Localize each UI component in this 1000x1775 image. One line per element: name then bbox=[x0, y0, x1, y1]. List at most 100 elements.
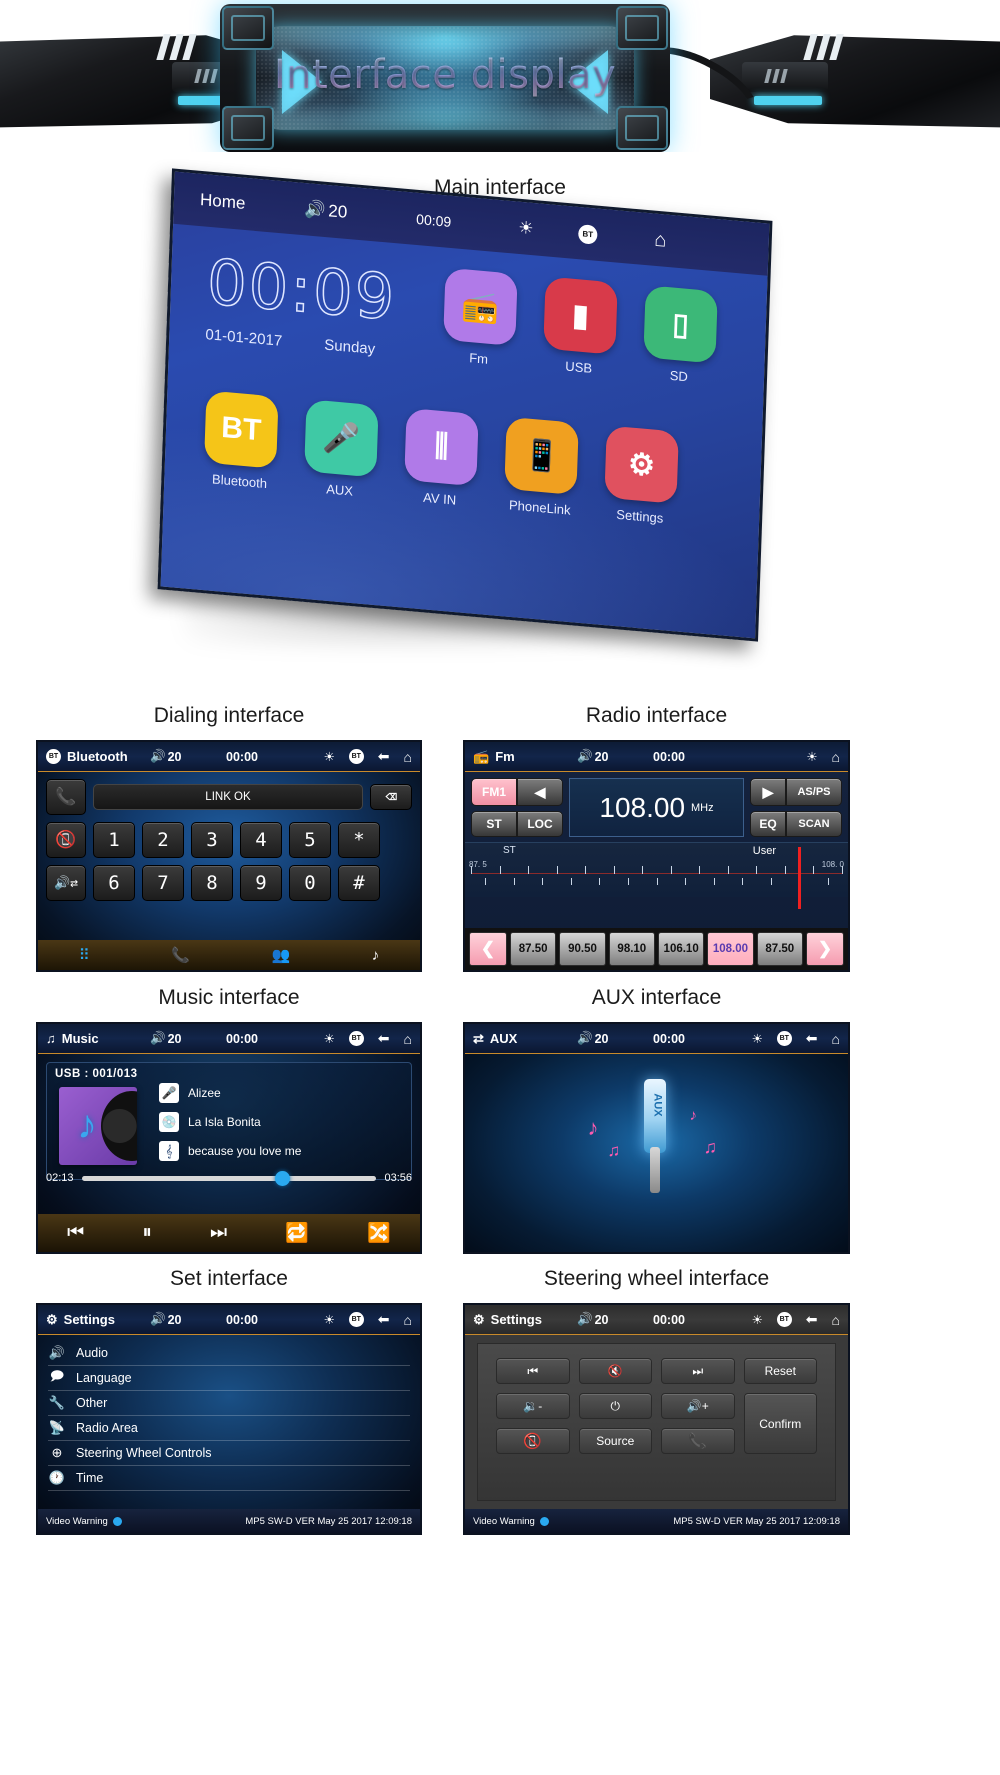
key-hash[interactable]: # bbox=[338, 865, 380, 901]
sun-icon[interactable]: ☀ bbox=[806, 749, 817, 764]
preset-row: ❮ 87.50 90.50 98.10 106.10 108.00 87.50 … bbox=[465, 928, 848, 970]
sun-icon[interactable]: ☀ bbox=[324, 1312, 335, 1327]
sw-power-button[interactable]: ⏻ bbox=[578, 1393, 652, 1419]
sun-icon[interactable]: ☀ bbox=[752, 1031, 763, 1046]
settings-item-language[interactable]: 🗩 Language bbox=[48, 1366, 410, 1391]
call-log-icon[interactable]: 📞 bbox=[171, 946, 190, 964]
sun-icon[interactable]: ☀ bbox=[324, 1031, 335, 1046]
back-icon[interactable]: ⬅ bbox=[378, 1311, 390, 1328]
home-icon[interactable]: ⌂ bbox=[832, 1312, 840, 1328]
settings-item-audio[interactable]: 🔊 Audio bbox=[48, 1341, 410, 1366]
preset-1[interactable]: 87.50 bbox=[510, 932, 557, 966]
bt-icon[interactable]: BT bbox=[348, 749, 364, 764]
settings-item-radio-area[interactable]: 📡 Radio Area bbox=[48, 1416, 410, 1441]
home-icon[interactable]: ⌂ bbox=[832, 1031, 840, 1047]
home-icon[interactable]: ⌂ bbox=[832, 749, 840, 765]
sw-answer-button[interactable]: 📞 bbox=[661, 1428, 735, 1454]
back-icon[interactable]: ⬅ bbox=[378, 748, 390, 765]
call-button[interactable]: 📞 bbox=[46, 779, 86, 815]
backspace-button[interactable]: ⌫ bbox=[370, 784, 412, 810]
back-icon[interactable]: ⬅ bbox=[806, 1311, 818, 1328]
preset-5-active[interactable]: 108.00 bbox=[707, 932, 754, 966]
progress-bar[interactable] bbox=[81, 1170, 377, 1186]
st-button[interactable]: ST bbox=[471, 811, 517, 837]
preset-2[interactable]: 90.50 bbox=[559, 932, 606, 966]
settings-item-other[interactable]: 🔧 Other bbox=[48, 1391, 410, 1416]
triangle-right-icon[interactable]: ▶ bbox=[750, 778, 786, 806]
app-tile-avin[interactable]: ⫼ AV IN bbox=[400, 407, 481, 510]
home-icon[interactable]: ⌂ bbox=[654, 228, 667, 252]
app-tile-settings[interactable]: ⚙ Settings bbox=[601, 425, 682, 527]
aux-statusbar: ⇄ AUX 🔊 20 00:00 ☀ BT ⬅ ⌂ bbox=[465, 1024, 848, 1054]
back-icon[interactable]: ⬅ bbox=[378, 1030, 390, 1047]
key-1[interactable]: 1 bbox=[93, 822, 135, 858]
sun-icon[interactable]: ☀ bbox=[752, 1312, 763, 1327]
repeat-icon[interactable]: 🔁 bbox=[285, 1221, 309, 1245]
frequency-scale[interactable]: ST User 87. 5 108. 0 bbox=[465, 842, 848, 909]
sw-reset-button[interactable]: Reset bbox=[743, 1358, 817, 1384]
key-8[interactable]: 8 bbox=[191, 865, 233, 901]
sw-next-track-button[interactable]: ⏭ bbox=[661, 1358, 735, 1384]
app-tile-sd[interactable]: ▯ SD bbox=[640, 285, 721, 387]
pause-icon[interactable]: ⏸ bbox=[142, 1222, 152, 1244]
hangup-button[interactable]: 📵 bbox=[46, 822, 86, 858]
key-star[interactable]: * bbox=[338, 822, 380, 858]
keypad-icon[interactable]: ⠿ bbox=[79, 946, 90, 964]
preset-6[interactable]: 87.50 bbox=[756, 932, 803, 966]
key-6[interactable]: 6 bbox=[93, 865, 135, 901]
app-tile-fm[interactable]: 📻 Fm bbox=[439, 267, 520, 369]
preset-3[interactable]: 98.10 bbox=[608, 932, 655, 966]
shuffle-icon[interactable]: 🔀 bbox=[367, 1221, 391, 1245]
banner-center-frame: Interface display bbox=[220, 4, 670, 152]
sw-mute-button[interactable]: 🔇 bbox=[578, 1358, 652, 1384]
sw-volume-up-button[interactable]: 🔊+ bbox=[661, 1393, 735, 1419]
sw-confirm-button[interactable]: Confirm bbox=[743, 1393, 817, 1454]
bt-icon[interactable]: BT bbox=[776, 1031, 792, 1046]
chevron-right-icon[interactable]: ❯ bbox=[805, 932, 844, 966]
loc-button[interactable]: LOC bbox=[517, 811, 563, 837]
bt-icon[interactable]: BT bbox=[776, 1312, 792, 1327]
bt-icon[interactable]: BT bbox=[348, 1312, 364, 1327]
home-icon[interactable]: ⌂ bbox=[404, 749, 412, 765]
eq-button[interactable]: EQ bbox=[750, 811, 786, 837]
settings-item-time[interactable]: 🕐 Time bbox=[48, 1466, 410, 1491]
preset-4[interactable]: 106.10 bbox=[657, 932, 705, 966]
bt-icon[interactable]: BT bbox=[348, 1031, 364, 1046]
key-5[interactable]: 5 bbox=[289, 822, 331, 858]
clock-text: 00:00 bbox=[226, 749, 258, 764]
next-track-icon[interactable]: ⏭ bbox=[210, 1222, 227, 1244]
sun-icon[interactable]: ☀ bbox=[324, 749, 335, 764]
asps-button[interactable]: AS/PS bbox=[786, 778, 842, 806]
bt-music-icon[interactable]: ♪ bbox=[372, 947, 380, 964]
app-tile-usb[interactable]: ▮ USB bbox=[539, 276, 620, 378]
bt-text-icon: BT bbox=[220, 410, 262, 448]
sw-prev-track-button[interactable]: ⏮ bbox=[496, 1358, 570, 1384]
settings-item-steering-wheel-controls[interactable]: ⊕ Steering Wheel Controls bbox=[48, 1441, 410, 1466]
sw-source-button[interactable]: Source bbox=[578, 1428, 652, 1454]
key-7[interactable]: 7 bbox=[142, 865, 184, 901]
back-icon[interactable]: ⬅ bbox=[806, 1030, 818, 1047]
progress-handle[interactable] bbox=[275, 1170, 291, 1186]
prev-track-icon[interactable]: ⏮ bbox=[67, 1222, 84, 1244]
app-tile-aux[interactable]: 🎤 AUX bbox=[300, 399, 381, 501]
app-tile-bluetooth[interactable]: BT Bluetooth bbox=[200, 390, 281, 492]
sw-hangup-button[interactable]: 📵 bbox=[496, 1428, 570, 1454]
band-button[interactable]: FM1 bbox=[471, 778, 517, 806]
home-icon[interactable]: ⌂ bbox=[404, 1312, 412, 1328]
key-0[interactable]: 0 bbox=[289, 865, 331, 901]
key-4[interactable]: 4 bbox=[240, 822, 282, 858]
scan-button[interactable]: SCAN bbox=[786, 811, 842, 837]
radio-title-group: 📻 Fm bbox=[465, 749, 515, 765]
scale-max-label: 108. 0 bbox=[821, 860, 844, 869]
home-icon[interactable]: ⌂ bbox=[404, 1031, 412, 1047]
key-3[interactable]: 3 bbox=[191, 822, 233, 858]
triangle-left-icon[interactable]: ◀ bbox=[517, 778, 563, 806]
key-9[interactable]: 9 bbox=[240, 865, 282, 901]
chevron-left-icon[interactable]: ❮ bbox=[469, 932, 507, 966]
speaker-swap-button[interactable]: 🔊⇄ bbox=[46, 865, 86, 901]
key-2[interactable]: 2 bbox=[142, 822, 184, 858]
app-tile-phonelink[interactable]: 📱 PhoneLink bbox=[500, 416, 581, 518]
link-status-field[interactable]: LINK OK bbox=[93, 784, 363, 810]
sw-volume-down-button[interactable]: 🔉- bbox=[496, 1393, 570, 1419]
contacts-icon[interactable]: 👥 bbox=[272, 946, 291, 964]
